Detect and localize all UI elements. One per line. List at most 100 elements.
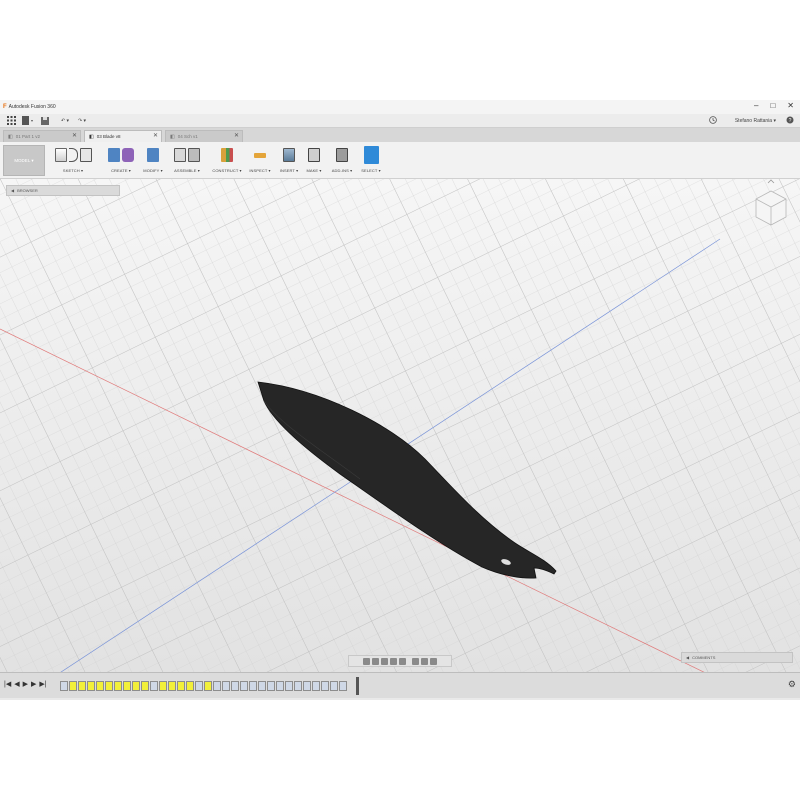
- joint-icon[interactable]: [188, 148, 200, 162]
- assemble-group[interactable]: ASSEMBLE ▾: [167, 145, 207, 177]
- timeline-feature[interactable]: [267, 681, 275, 691]
- comment-add-icon[interactable]: ◀: [686, 655, 689, 660]
- timeline-feature[interactable]: [276, 681, 284, 691]
- tab-part-1[interactable]: ◧ 01 Part 1 v2 ✕: [3, 130, 81, 142]
- insert-group[interactable]: INSERT ▾: [277, 145, 301, 177]
- component-icon[interactable]: [174, 148, 186, 162]
- timeline-feature[interactable]: [177, 681, 185, 691]
- timeline-marker[interactable]: [356, 677, 359, 695]
- press-pull-icon[interactable]: [147, 148, 159, 162]
- grid-icon[interactable]: [5, 115, 17, 127]
- scripts-icon[interactable]: [336, 148, 348, 162]
- look-at-icon[interactable]: [372, 657, 379, 665]
- select-arrow-icon[interactable]: [363, 146, 379, 164]
- tab-blade[interactable]: ◧ 03 Blade v8 ✕: [84, 130, 162, 142]
- timeline-feature[interactable]: [195, 681, 203, 691]
- file-icon[interactable]: [22, 115, 34, 127]
- timeline-feature[interactable]: [258, 681, 266, 691]
- help-icon[interactable]: ?: [786, 116, 794, 126]
- create-group[interactable]: CREATE ▾: [103, 145, 139, 177]
- timeline-feature[interactable]: [222, 681, 230, 691]
- timeline-feature[interactable]: [159, 681, 167, 691]
- 3d-print-icon[interactable]: [308, 148, 320, 162]
- timeline-feature[interactable]: [330, 681, 338, 691]
- timeline-feature[interactable]: [186, 681, 194, 691]
- timeline-feature[interactable]: [312, 681, 320, 691]
- stop-sketch-icon[interactable]: [79, 148, 92, 162]
- workspace-switcher[interactable]: MODEL ▾: [3, 145, 45, 176]
- close-tab-icon[interactable]: ✕: [72, 132, 77, 139]
- timeline-settings-icon[interactable]: ⚙: [788, 679, 796, 690]
- timeline-feature[interactable]: [240, 681, 248, 691]
- viewports-icon[interactable]: [430, 657, 437, 665]
- close-window-button[interactable]: ✕: [787, 101, 794, 110]
- clock-icon[interactable]: [709, 116, 717, 126]
- expand-arrow-icon[interactable]: ◀: [11, 188, 14, 193]
- timeline-feature[interactable]: [78, 681, 86, 691]
- timeline-feature[interactable]: [60, 681, 68, 691]
- pan-icon[interactable]: [381, 657, 388, 665]
- tab-sch[interactable]: ◧ 04 Sch v1 ✕: [165, 130, 243, 142]
- make-group[interactable]: MAKE ▾: [303, 145, 325, 177]
- timeline-feature[interactable]: [204, 681, 212, 691]
- grid-canvas[interactable]: [0, 179, 800, 672]
- browser-panel[interactable]: ◀ BROWSER: [6, 185, 120, 196]
- timeline-feature[interactable]: [168, 681, 176, 691]
- timeline-feature[interactable]: [294, 681, 302, 691]
- document-tabs: ◧ 01 Part 1 v2 ✕ ◧ 03 Blade v8 ✕ ◧ 04 Sc…: [0, 128, 800, 142]
- fit-icon[interactable]: [399, 657, 406, 665]
- timeline-feature[interactable]: [150, 681, 158, 691]
- timeline-back-button[interactable]: ◀: [14, 680, 19, 688]
- timeline-feature[interactable]: [303, 681, 311, 691]
- timeline-feature[interactable]: [141, 681, 149, 691]
- timeline-feature[interactable]: [69, 681, 77, 691]
- close-tab-icon[interactable]: ✕: [153, 132, 158, 139]
- comments-panel[interactable]: ◀ COMMENTS: [681, 652, 793, 663]
- canvas-viewport[interactable]: ◀ BROWSER ◀ COMMENTS: [0, 179, 800, 690]
- construct-group[interactable]: CONSTRUCT ▾: [210, 145, 244, 177]
- timeline-forward-button[interactable]: ▶: [31, 680, 36, 688]
- timeline-feature[interactable]: [123, 681, 131, 691]
- undo-button[interactable]: ↶ ▾: [59, 115, 71, 127]
- user-menu[interactable]: Stefano Rattania ▾: [735, 118, 776, 124]
- redo-button[interactable]: ↷ ▾: [76, 115, 88, 127]
- zoom-icon[interactable]: [390, 657, 397, 665]
- assemble-menu-label: ASSEMBLE ▾: [174, 168, 200, 173]
- orbit-icon[interactable]: [363, 657, 370, 665]
- viewcube[interactable]: [752, 179, 790, 229]
- modify-group[interactable]: MODIFY ▾: [141, 145, 165, 177]
- component-icon: ◧: [8, 133, 13, 140]
- extrude-icon[interactable]: [108, 148, 120, 162]
- maximize-button[interactable]: □: [770, 101, 775, 110]
- timeline-feature[interactable]: [339, 681, 347, 691]
- insert-image-icon[interactable]: [283, 148, 295, 162]
- timeline-play-button[interactable]: ▶: [23, 680, 28, 688]
- timeline-start-button[interactable]: |◀: [4, 680, 11, 688]
- timeline-feature[interactable]: [321, 681, 329, 691]
- create-sketch-icon[interactable]: [54, 148, 67, 162]
- revolve-icon[interactable]: [122, 148, 134, 162]
- grid-settings-icon[interactable]: [421, 657, 428, 665]
- timeline-feature[interactable]: [213, 681, 221, 691]
- sketch-group[interactable]: SKETCH ▾: [47, 145, 99, 177]
- display-settings-icon[interactable]: [412, 657, 419, 665]
- timeline-end-button[interactable]: ▶|: [39, 680, 46, 688]
- offset-plane-icon[interactable]: [221, 148, 233, 162]
- close-tab-icon[interactable]: ✕: [234, 132, 239, 139]
- timeline-feature[interactable]: [114, 681, 122, 691]
- save-icon[interactable]: [39, 115, 51, 127]
- svg-text:?: ?: [789, 118, 792, 124]
- timeline-feature[interactable]: [231, 681, 239, 691]
- minimize-button[interactable]: –: [754, 101, 758, 110]
- addins-group[interactable]: ADD-INS ▾: [328, 145, 356, 177]
- timeline-feature[interactable]: [105, 681, 113, 691]
- inspect-group[interactable]: INSPECT ▾: [246, 145, 274, 177]
- measure-icon[interactable]: [254, 152, 266, 158]
- timeline-feature[interactable]: [285, 681, 293, 691]
- select-group[interactable]: SELECT ▾: [359, 145, 383, 177]
- timeline-feature[interactable]: [249, 681, 257, 691]
- timeline-feature[interactable]: [96, 681, 104, 691]
- timeline-feature[interactable]: [87, 681, 95, 691]
- timeline-feature[interactable]: [132, 681, 140, 691]
- arc-icon[interactable]: [68, 148, 78, 162]
